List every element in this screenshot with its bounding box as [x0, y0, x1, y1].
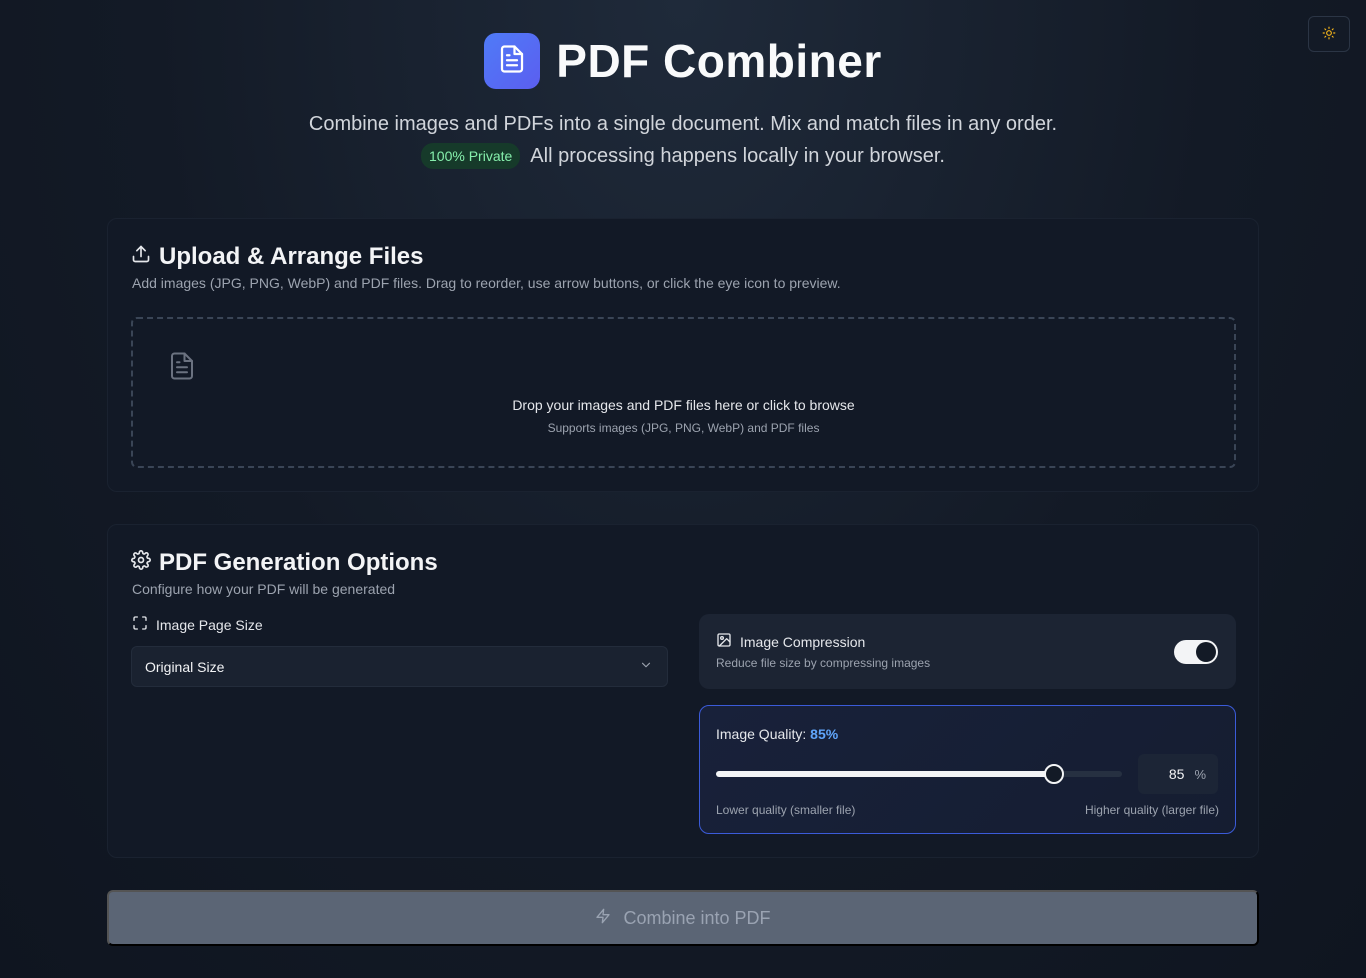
image-icon: [716, 632, 732, 651]
gear-icon: [131, 549, 151, 577]
quality-panel: Image Quality: 85% 85 % Lower quality (s…: [699, 705, 1236, 834]
quality-low-hint: Lower quality (smaller file): [716, 803, 856, 817]
compression-title-text: Image Compression: [740, 633, 866, 650]
quality-input-value: 85: [1168, 766, 1185, 782]
private-badge: 100% Private: [421, 143, 521, 169]
file-dropzone[interactable]: Drop your images and PDF files here or c…: [131, 317, 1236, 468]
dropzone-supported-formats: Supports images (JPG, PNG, WebP) and PDF…: [547, 421, 820, 435]
combine-button-label: Combine into PDF: [623, 907, 771, 928]
quality-slider-thumb[interactable]: [1044, 764, 1065, 784]
upload-card-title: Upload & Arrange Files: [131, 243, 424, 271]
page-header: PDF Combiner Combine images and PDFs int…: [0, 32, 1366, 172]
title-row: PDF Combiner: [0, 32, 1366, 90]
quality-slider[interactable]: [716, 764, 1122, 784]
page-size-label: Image Page Size: [132, 615, 263, 634]
compression-panel: Image Compression Reduce file size by co…: [699, 614, 1236, 689]
toggle-knob: [1196, 642, 1216, 662]
logo: [484, 33, 541, 89]
quality-value: 85%: [810, 726, 839, 742]
upload-icon: [131, 243, 151, 271]
privacy-row: 100% Private All processing happens loca…: [0, 140, 1366, 172]
page-size-value: Original Size: [145, 658, 225, 675]
compression-description: Reduce file size by compressing images: [716, 656, 931, 670]
file-text-icon: [167, 351, 197, 386]
maximize-icon: [132, 615, 148, 634]
upload-description: Add images (JPG, PNG, WebP) and PDF file…: [132, 275, 841, 291]
page-subtitle: Combine images and PDFs into a single do…: [308, 113, 1058, 135]
upload-title-text: Upload & Arrange Files: [159, 243, 424, 270]
quality-label-text: Image Quality:: [716, 726, 807, 742]
file-text-icon: [497, 44, 527, 79]
page-size-select[interactable]: Original Size: [131, 646, 668, 687]
quality-label: Image Quality: 85%: [716, 726, 838, 742]
zap-icon: [595, 908, 611, 929]
chevron-down-icon: [639, 658, 653, 675]
page-title: PDF Combiner: [556, 35, 882, 87]
options-card-title: PDF Generation Options: [131, 549, 438, 577]
compression-toggle[interactable]: [1174, 640, 1218, 664]
privacy-note: All processing happens locally in your b…: [530, 145, 945, 167]
page-size-label-text: Image Page Size: [156, 616, 263, 633]
combine-button[interactable]: Combine into PDF: [107, 890, 1259, 946]
quality-number-input[interactable]: 85 %: [1138, 754, 1218, 794]
options-description: Configure how your PDF will be generated: [132, 581, 396, 597]
quality-slider-fill: [716, 771, 1055, 777]
dropzone-instructions: Drop your images and PDF files here or c…: [512, 397, 855, 413]
quality-unit: %: [1194, 766, 1206, 782]
quality-high-hint: Higher quality (larger file): [1084, 803, 1219, 817]
options-card: PDF Generation Options Configure how you…: [107, 524, 1259, 858]
compression-title: Image Compression: [716, 632, 865, 651]
upload-card: Upload & Arrange Files Add images (JPG, …: [107, 218, 1259, 492]
options-title-text: PDF Generation Options: [159, 549, 438, 576]
